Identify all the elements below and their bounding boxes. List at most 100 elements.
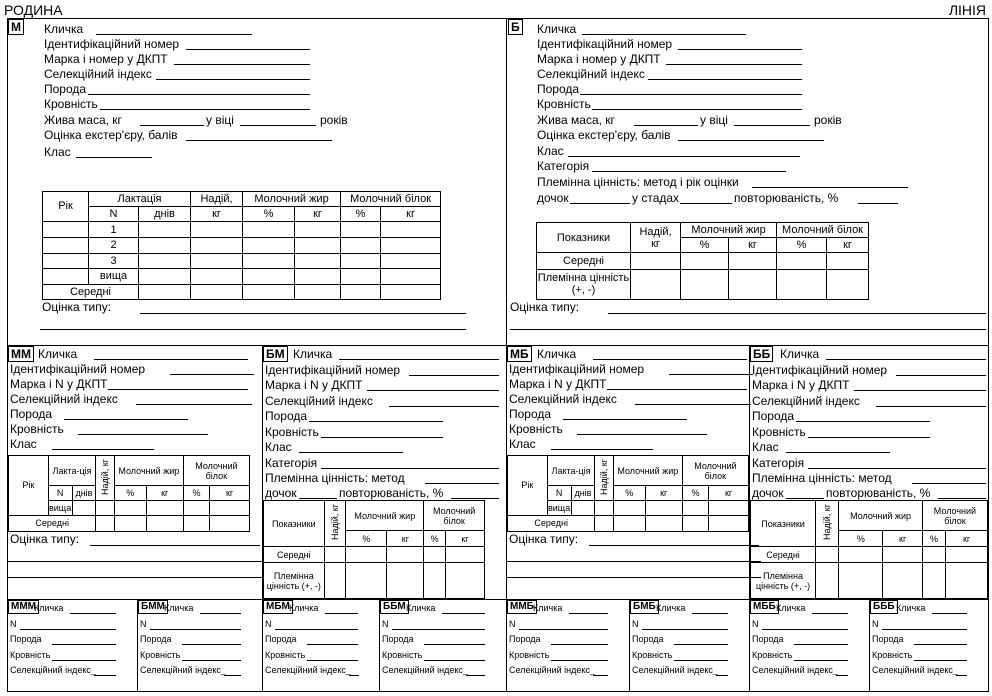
b-category-line[interactable] [592,171,786,172]
m-type-score-line2[interactable] [40,329,466,330]
b-type-score-line2[interactable] [510,329,986,330]
ggp-5-field-3-line[interactable] [674,659,728,661]
ggp-0-field-0-line[interactable] [70,613,116,614]
ggp-4-field-2-line[interactable] [551,644,608,645]
ggp-4-field-0-line[interactable] [569,613,608,614]
ggp-1-field-0-line[interactable] [200,613,241,614]
b-field-name-line[interactable] [582,34,746,35]
ggp-0-field-2-line[interactable] [52,644,116,645]
dam-0-field-2-line[interactable] [108,389,248,390]
m-type-score-line1[interactable] [140,313,466,314]
m-field-brand-line[interactable] [174,64,310,65]
b-age-line[interactable] [734,125,810,126]
ggp-0-field-4-line[interactable] [94,675,116,676]
b-breeding-value-line[interactable] [752,187,908,188]
dam-0-field-6-line[interactable] [52,449,154,450]
sire-1-field-4-line[interactable] [796,421,930,422]
ggp-5-field-2-line[interactable] [674,644,728,645]
dam-0-field-1-line[interactable] [170,374,254,375]
b-herds-line[interactable] [680,203,732,204]
ggp-6-field-4-line[interactable] [836,675,848,676]
m-field-name-line[interactable] [96,34,252,35]
b-daughters-line[interactable] [570,203,630,204]
ggp-3-field-2-line[interactable] [424,644,485,645]
ggp-1-field-4-line[interactable] [224,675,241,676]
ggp-2-field-3-line[interactable] [307,659,358,661]
m-field-blood-line[interactable] [100,109,310,110]
ggp-4-field-1-line[interactable] [519,628,608,630]
ggp-7-field-0-line[interactable] [932,613,967,614]
ggp-1-field-2-line[interactable] [182,644,241,645]
dam-0-field-3-line[interactable] [136,404,252,405]
m-age-line[interactable] [240,125,316,126]
b-live-weight-line[interactable] [634,125,698,126]
sire-0-bv-line[interactable] [425,483,499,484]
sire-1-field-5-line[interactable] [808,436,930,438]
dam-1-field-6-line[interactable] [551,449,653,450]
sire-1-field-0-line[interactable] [826,359,986,360]
sire-0-field-7-line[interactable] [321,467,499,469]
sire-0-field-5-line[interactable] [321,436,443,438]
dam-0-field-0-line[interactable] [94,359,248,360]
b-class-line[interactable] [568,156,800,157]
dam-0-field-5-line[interactable] [78,434,208,435]
ggp-5-field-4-line[interactable] [716,675,728,676]
sire-0-field-6-line[interactable] [299,452,403,453]
ggp-5-field-0-line[interactable] [692,613,728,614]
ggp-2-field-2-line[interactable] [307,644,358,645]
ggp-0-field-3-line[interactable] [52,659,116,661]
dam-1-type-line1[interactable] [589,545,759,546]
dam-1-field-2-line[interactable] [607,389,747,390]
ggp-7-field-1-line[interactable] [882,628,967,630]
dam-1-field-4-line[interactable] [563,419,687,420]
ggp-3-field-0-line[interactable] [442,613,485,614]
ggp-6-field-0-line[interactable] [812,613,848,614]
ggp-2-field-1-line[interactable] [275,628,358,630]
dam-1-field-0-line[interactable] [593,359,747,360]
ggp-7-field-3-line[interactable] [914,659,967,661]
m-field-id-line[interactable] [186,49,310,50]
ggp-2-field-4-line[interactable] [349,675,359,676]
ggp-6-field-2-line[interactable] [794,644,848,645]
ggp-7-field-4-line[interactable] [956,675,967,676]
ggp-2-field-0-line[interactable] [325,613,358,614]
ggp-4-field-4-line[interactable] [593,675,608,676]
b-field-id-line[interactable] [678,49,802,50]
sire-0-field-4-line[interactable] [309,421,443,422]
sire-0-field-2-line[interactable] [367,390,499,391]
m-exterior-line[interactable] [186,140,332,141]
ggp-5-field-1-line[interactable] [642,628,728,630]
b-repeatability-line[interactable] [858,203,898,204]
m-live-weight-line[interactable] [140,125,204,126]
ggp-4-field-3-line[interactable] [551,659,608,661]
sire-1-field-3-line[interactable] [876,405,986,407]
m-field-index-line[interactable] [156,79,310,80]
ggp-1-field-3-line[interactable] [182,659,241,661]
ggp-0-field-1-line[interactable] [20,628,116,630]
sire-1-bv-line[interactable] [912,483,986,484]
dam-1-field-1-line[interactable] [669,374,753,375]
sire-1-field-7-line[interactable] [808,467,986,469]
dam-1-field-3-line[interactable] [635,404,751,405]
b-field-breed-line[interactable] [580,94,802,95]
sire-1-field-1-line[interactable] [896,374,986,376]
sire-0-field-0-line[interactable] [339,359,499,360]
dam-0-type-line1[interactable] [90,545,260,546]
sire-1-repeat-line[interactable] [938,498,986,499]
ggp-3-field-4-line[interactable] [466,675,485,676]
b-field-index-line[interactable] [648,79,802,80]
sire-0-repeat-line[interactable] [451,498,499,499]
sire-1-daughters-line[interactable] [786,498,824,499]
b-field-blood-line[interactable] [592,109,802,110]
ggp-1-field-1-line[interactable] [150,628,241,630]
dam-0-field-4-line[interactable] [64,419,188,420]
ggp-3-field-1-line[interactable] [392,628,485,630]
sire-1-field-2-line[interactable] [854,390,986,391]
b-exterior-line[interactable] [678,140,824,141]
sire-1-field-6-line[interactable] [786,452,890,453]
ggp-7-field-2-line[interactable] [914,644,967,645]
dam-1-field-5-line[interactable] [577,434,707,435]
sire-0-field-1-line[interactable] [409,374,499,376]
ggp-6-field-1-line[interactable] [762,628,848,630]
sire-0-daughters-line[interactable] [299,498,337,499]
